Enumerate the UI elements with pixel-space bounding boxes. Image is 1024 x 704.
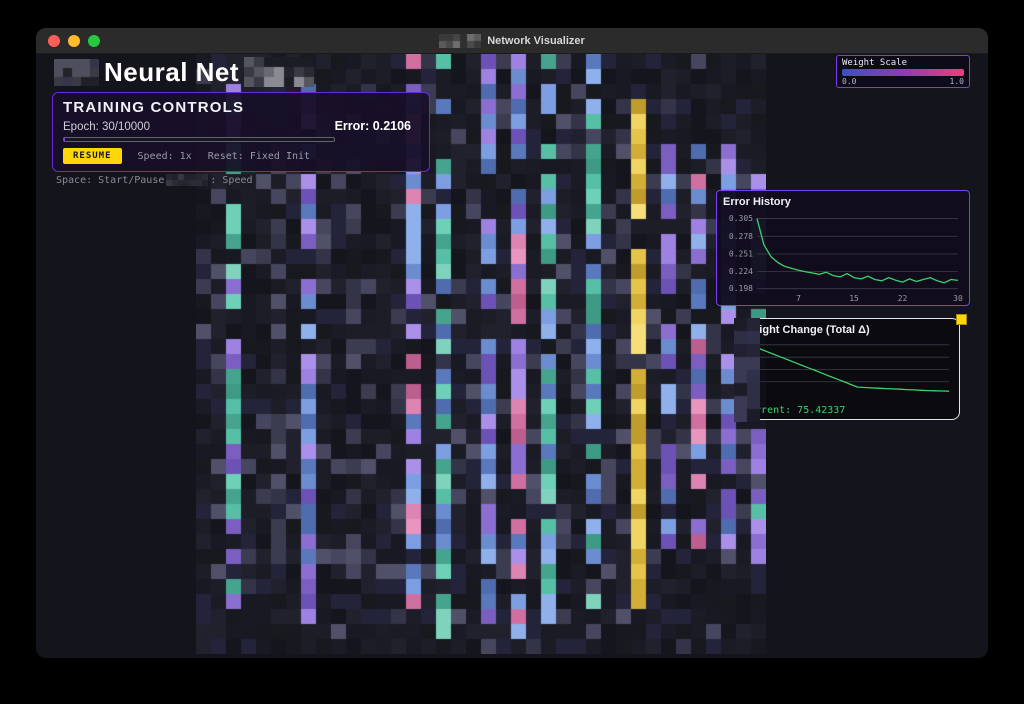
- hint-start-pause: Space: Start/Pause: [56, 175, 164, 186]
- weight-change-title: Weight Change (Total Δ): [743, 323, 953, 337]
- weight-change-panel: Weight Change (Total Δ) Current: 75.4233…: [736, 318, 960, 420]
- titlebar[interactable]: Network Visualizer: [36, 28, 988, 54]
- app-header: Neural Net: [54, 56, 314, 88]
- redacted-hint-keys: [166, 174, 208, 186]
- hint-speed: : Speed: [210, 175, 252, 186]
- training-stats-row: Epoch: 30/10000 Error: 0.2106: [63, 119, 419, 133]
- svg-text:0.251: 0.251: [729, 249, 753, 258]
- window-title-group: Network Visualizer: [36, 28, 988, 54]
- weight-scale-range: 0.0 1.0: [842, 77, 964, 86]
- traffic-lights: [48, 35, 100, 47]
- svg-text:15: 15: [849, 294, 859, 303]
- training-controls-panel: TRAINING CONTROLS Epoch: 30/10000 Error:…: [52, 92, 430, 172]
- resume-button[interactable]: RESUME: [63, 148, 122, 164]
- speed-label: Speed: 1x: [138, 151, 192, 162]
- zoom-button[interactable]: [88, 35, 100, 47]
- error-history-panel: Error History 0.305 0.278 0.251 0.224 0.198 7…: [716, 190, 970, 306]
- training-controls-title: TRAINING CONTROLS: [63, 99, 419, 116]
- redaction-patch: [734, 318, 760, 422]
- app-window: Network Visualizer Neural Net Weight Sca…: [36, 28, 988, 658]
- current-weight-change-label: Current: 75.42337: [743, 404, 953, 417]
- error-label: Error: 0.2106: [335, 119, 411, 133]
- minimize-button[interactable]: [68, 35, 80, 47]
- error-history-title: Error History: [723, 195, 963, 209]
- app-logo-icon: [54, 59, 99, 86]
- weight-scale-gradient-bar: [842, 69, 964, 76]
- weight-scale-min: 0.0: [842, 77, 856, 86]
- weight-scale-legend: Weight Scale 0.0 1.0: [836, 55, 970, 88]
- epoch-progress-bar: [63, 137, 335, 142]
- app-content: Neural Net Weight Scale 0.0 1.0 TRAINING…: [36, 54, 988, 658]
- error-history-chart: 0.305 0.278 0.251 0.224 0.198 7 15 22 30: [723, 209, 963, 303]
- weight-change-chart: [743, 337, 951, 399]
- svg-text:7: 7: [796, 294, 801, 303]
- redacted-title-suffix: [244, 57, 314, 87]
- reset-label: Reset: Fixed Init: [208, 151, 310, 162]
- svg-text:22: 22: [898, 294, 908, 303]
- svg-text:0.305: 0.305: [729, 214, 753, 223]
- panel-drag-handle[interactable]: [956, 314, 967, 325]
- keyboard-hints: Space: Start/Pause : Speed: [56, 174, 253, 186]
- weight-scale-label: Weight Scale: [842, 58, 964, 68]
- redacted-title-prefix: [439, 34, 481, 48]
- app-title: Neural Net: [104, 57, 239, 88]
- svg-text:0.278: 0.278: [729, 232, 753, 241]
- weight-scale-max: 1.0: [950, 77, 964, 86]
- epoch-progress-fill: [64, 138, 65, 141]
- window-title: Network Visualizer: [487, 35, 585, 47]
- svg-text:30: 30: [953, 294, 963, 303]
- svg-text:0.224: 0.224: [729, 267, 753, 276]
- epoch-label: Epoch: 30/10000: [63, 121, 150, 133]
- training-buttons-row: RESUME Speed: 1x Reset: Fixed Init: [63, 148, 419, 164]
- close-button[interactable]: [48, 35, 60, 47]
- svg-text:0.198: 0.198: [729, 284, 753, 293]
